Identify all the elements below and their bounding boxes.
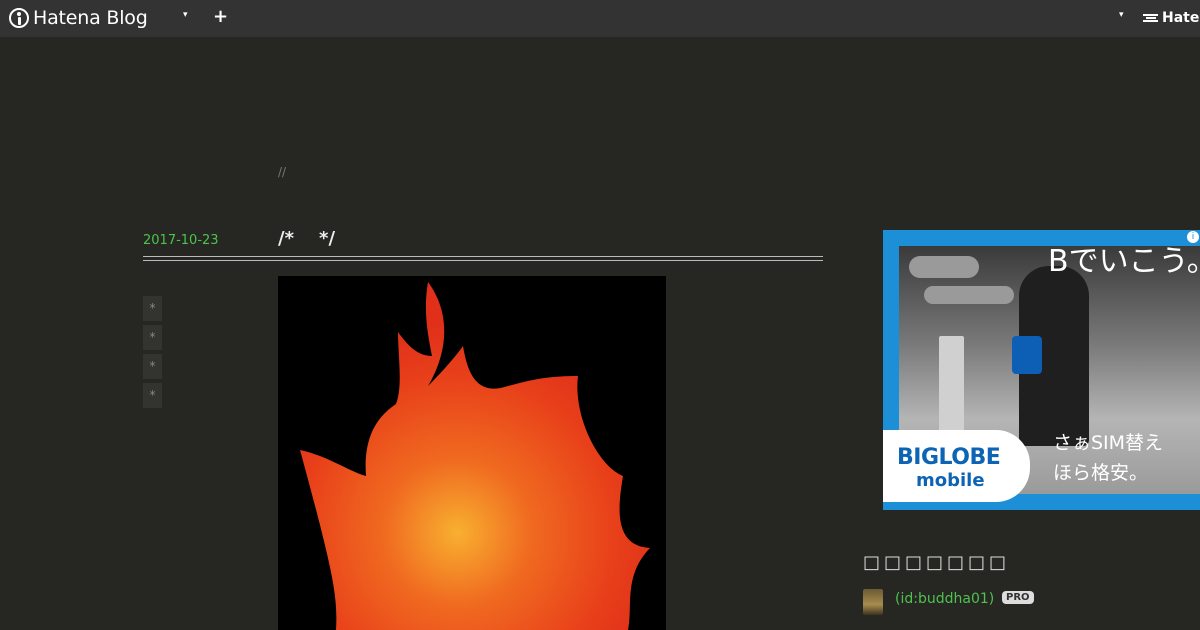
cloud-shape <box>909 256 979 278</box>
global-header: Hatena Blog ▾ + ▾ Hatena <box>0 0 1200 37</box>
header-separator: // <box>278 165 287 179</box>
ad-banner[interactable]: Bでいこう。 さぁSIM替え ほら格安。 BIGLOBE mobile <box>883 230 1200 510</box>
hatena-link[interactable]: Hatena <box>1143 10 1200 26</box>
block-tower <box>939 336 964 436</box>
ad-brand-sub: mobile <box>916 470 985 491</box>
add-entry-button[interactable]: + <box>213 6 228 27</box>
share-button[interactable]: * <box>143 296 162 321</box>
avatar[interactable] <box>863 589 883 615</box>
hatena-mark-icon <box>1143 14 1158 22</box>
ad-subtext-line: ほら格安。 <box>1053 462 1149 484</box>
share-button[interactable]: * <box>143 354 162 379</box>
entry-title[interactable]: /* */ <box>278 228 335 249</box>
profile-id-link[interactable]: (id:buddha01) <box>895 591 994 607</box>
ad-subtext: さぁSIM替え ほら格安。 <box>1053 428 1163 488</box>
share-buttons: * * * * <box>143 296 162 412</box>
pro-badge: PRO <box>1002 591 1034 604</box>
ad-info-icon[interactable]: i <box>1187 231 1199 243</box>
share-button[interactable]: * <box>143 383 162 408</box>
flame-image <box>278 276 666 630</box>
entry-date-link[interactable]: 2017-10-23 <box>143 233 219 248</box>
hatena-logo-icon <box>9 8 29 28</box>
chevron-down-icon[interactable]: ▾ <box>183 10 188 20</box>
flame-icon <box>300 282 650 630</box>
ad-brand-name: BIGLOBE <box>897 445 1001 470</box>
hatena-link-label: Hatena <box>1162 10 1200 26</box>
hatena-blog-logo[interactable]: Hatena Blog <box>9 6 148 30</box>
share-button[interactable]: * <box>143 325 162 350</box>
phone-shape <box>1012 336 1042 374</box>
ad-headline: Bでいこう。 <box>1048 244 1200 279</box>
ad-subtext-line: さぁSIM替え <box>1053 432 1164 454</box>
profile-heading: □□□□□□□ <box>863 552 1011 573</box>
logo-text: Hatena Blog <box>33 7 148 29</box>
account-menu-chevron-icon[interactable]: ▾ <box>1119 10 1124 20</box>
cloud-shape <box>924 286 1014 304</box>
title-divider <box>143 256 823 261</box>
